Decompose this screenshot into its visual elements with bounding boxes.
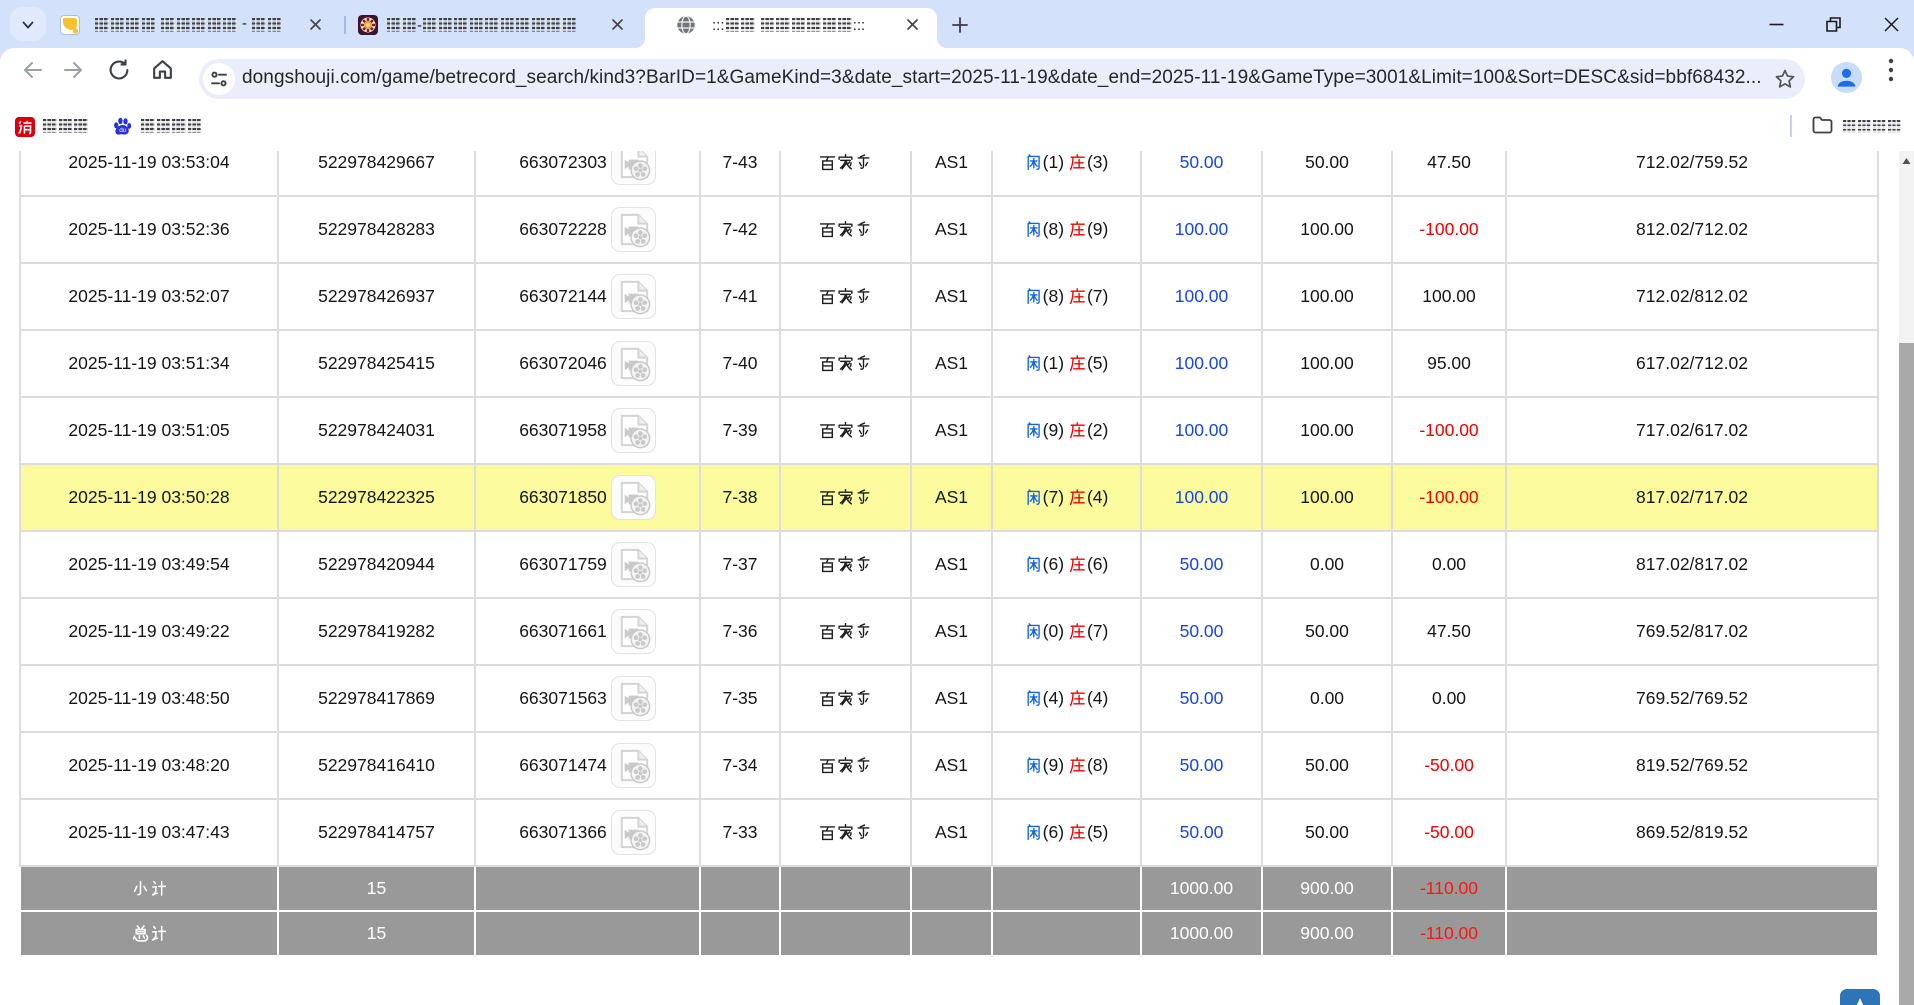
svg-text:du: du [119,127,127,134]
